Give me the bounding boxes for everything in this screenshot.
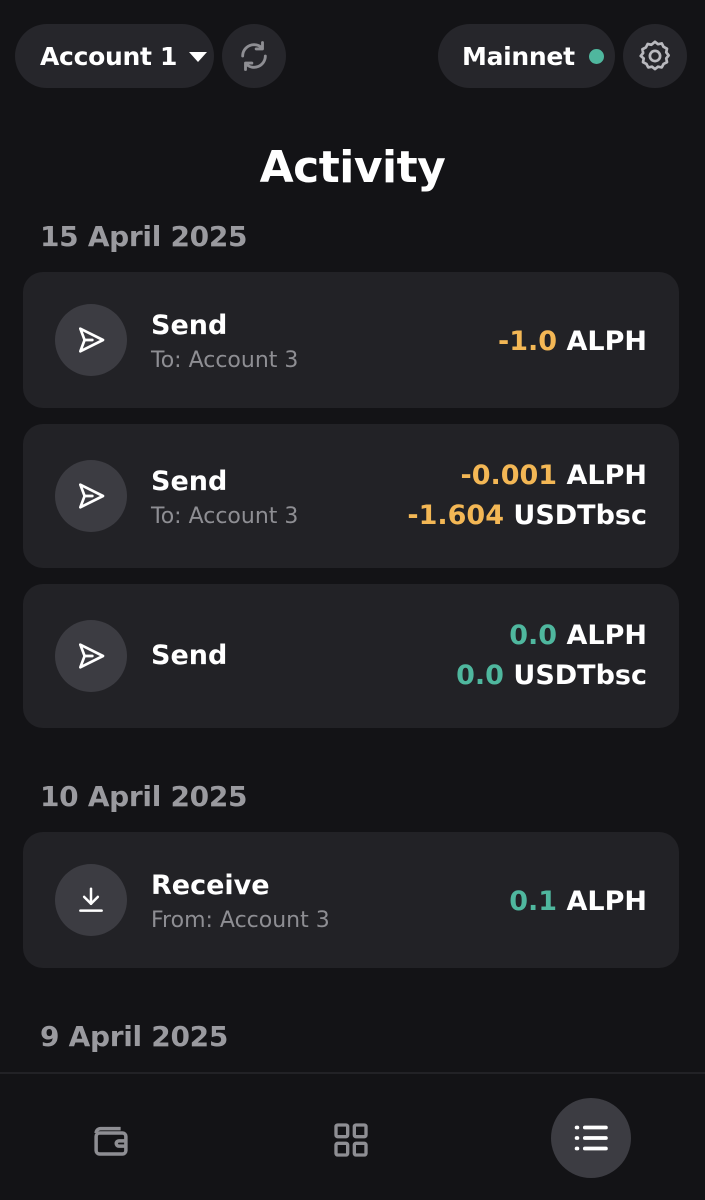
transaction-type: Send	[151, 310, 228, 341]
send-icon	[55, 460, 127, 532]
network-status-dot	[588, 48, 604, 64]
network-selector[interactable]: Mainnet	[438, 24, 615, 88]
nav-apps-button[interactable]	[311, 1100, 391, 1180]
transaction-amount: -0.001 ALPH	[460, 460, 647, 491]
download-icon	[55, 864, 127, 936]
network-label: Mainnet	[462, 41, 575, 71]
amount-value: -1.604	[407, 500, 504, 531]
transaction-type: Receive	[151, 870, 270, 901]
account-label: Account 1	[40, 41, 178, 71]
wallet-icon	[94, 1126, 128, 1156]
transaction-subtitle: To: Account 3	[151, 504, 299, 529]
amount-symbol: USDTbsc	[513, 660, 647, 691]
nav-wallet-button[interactable]	[71, 1100, 151, 1180]
transaction-card[interactable]: Send To: Account 3 -0.001 ALPH -1.604 US…	[23, 424, 679, 568]
date-header: 10 April 2025	[40, 780, 248, 813]
transaction-subtitle: From: Account 3	[151, 908, 330, 933]
apps-grid-icon	[334, 1123, 368, 1157]
transaction-card[interactable]: Send 0.0 ALPH 0.0 USDTbsc	[23, 584, 679, 728]
transaction-type: Send	[151, 466, 228, 497]
transaction-amount: 0.0 USDTbsc	[456, 660, 647, 691]
page-title: Activity	[259, 142, 446, 193]
transaction-card[interactable]: Send To: Account 3 -1.0 ALPH	[23, 272, 679, 408]
activity-list-icon	[574, 1125, 608, 1151]
amount-symbol: ALPH	[566, 460, 648, 491]
chevron-down-icon	[189, 52, 208, 62]
amount-value: 0.0	[456, 660, 504, 691]
bottom-navigation	[0, 1072, 705, 1200]
amount-value: 0.1	[509, 886, 558, 917]
transaction-card[interactable]: Receive From: Account 3 0.1 ALPH	[23, 832, 679, 968]
amount-symbol: USDTbsc	[513, 500, 647, 531]
refresh-button[interactable]	[222, 24, 286, 88]
transaction-amount: -1.0 ALPH	[498, 326, 647, 357]
date-header: 15 April 2025	[40, 220, 248, 253]
transaction-subtitle: To: Account 3	[151, 348, 299, 373]
amount-value: 0.0	[509, 620, 558, 651]
amount-value: -0.001	[460, 460, 558, 491]
nav-activity-button[interactable]	[551, 1098, 631, 1178]
transaction-amount: -1.604 USDTbsc	[407, 500, 647, 531]
amount-symbol: ALPH	[566, 620, 648, 651]
transaction-amount: 0.0 ALPH	[509, 620, 647, 651]
send-icon	[55, 304, 127, 376]
gear-icon	[639, 40, 670, 71]
amount-symbol: ALPH	[566, 326, 648, 357]
top-bar: Account 1 Mainnet	[0, 0, 705, 110]
transaction-amount: 0.1 ALPH	[509, 886, 647, 917]
amount-symbol: ALPH	[566, 886, 648, 917]
send-icon	[55, 620, 127, 692]
refresh-icon	[241, 41, 267, 71]
settings-button[interactable]	[623, 24, 687, 88]
account-selector[interactable]: Account 1	[15, 24, 214, 88]
amount-value: -1.0	[498, 326, 558, 357]
transaction-type: Send	[151, 640, 228, 671]
date-header: 9 April 2025	[40, 1020, 229, 1053]
